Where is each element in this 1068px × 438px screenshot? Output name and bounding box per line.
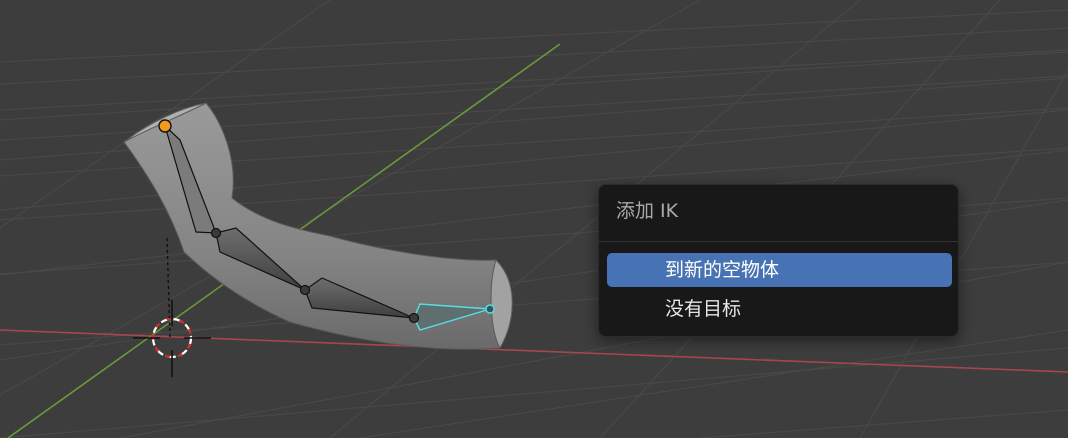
joint-2[interactable] xyxy=(210,227,222,239)
menu-item-no-target[interactable]: 没有目标 xyxy=(607,292,952,326)
joint-3[interactable] xyxy=(299,284,311,296)
3d-cursor-icon[interactable] xyxy=(133,300,211,377)
add-ik-popup-menu: 添加 IK 到新的空物体 没有目标 xyxy=(598,184,959,337)
joint-4[interactable] xyxy=(408,312,420,324)
menu-title: 添加 IK xyxy=(616,200,679,222)
menu-item-to-new-empty[interactable]: 到新的空物体 xyxy=(607,253,952,287)
bone-tip-selected[interactable] xyxy=(485,304,495,314)
menu-separator xyxy=(599,241,958,242)
active-joint-handle[interactable] xyxy=(158,119,172,133)
